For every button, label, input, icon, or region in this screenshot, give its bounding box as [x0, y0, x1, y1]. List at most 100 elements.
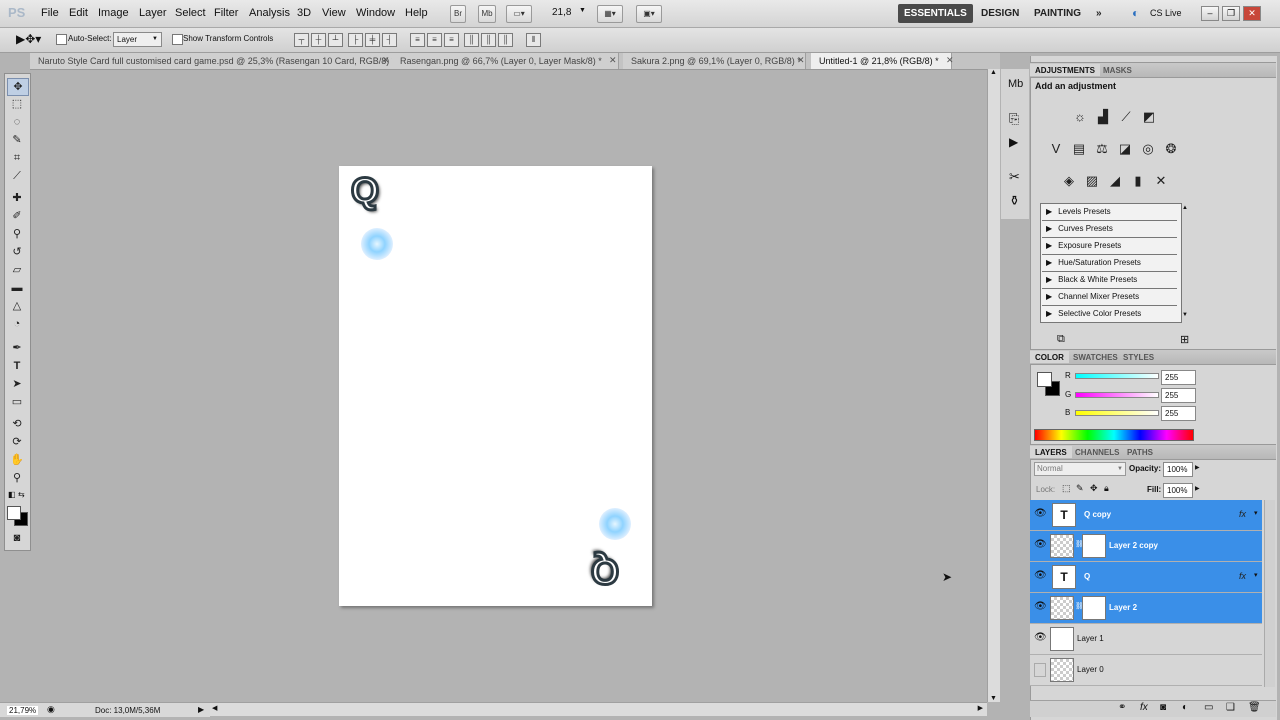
layer-name[interactable]: Layer 2 copy [1109, 541, 1158, 550]
preset-levels[interactable]: ▶ Levels Presets [1042, 204, 1177, 221]
status-zoom[interactable]: 21,79% [7, 706, 39, 715]
color-r-slider[interactable] [1075, 373, 1159, 379]
layer-mask-thumbnail[interactable] [1082, 596, 1106, 620]
tab-styles[interactable]: STYLES [1118, 351, 1159, 363]
actions-icon[interactable]: ▶ [1009, 135, 1018, 149]
eraser-tool-icon[interactable]: ▱ [7, 262, 27, 278]
delete-layer-icon[interactable]: 🗑︎ [1248, 702, 1261, 713]
tab-sakura[interactable]: Sakura 2.png @ 69,1% (Layer 0, RGB/8) * [623, 53, 806, 69]
mini-bridge-icon[interactable]: Mb [1008, 78, 1023, 90]
horizontal-scrollbar[interactable]: ◀ ▶ [210, 702, 987, 716]
color-spectrum-ramp[interactable] [1034, 429, 1194, 441]
minimize-button[interactable]: – [1201, 6, 1219, 21]
align-bottom-icon[interactable]: ┴ [328, 33, 343, 47]
exposure-icon[interactable]: ◩ [1140, 108, 1158, 126]
layer-row-q-copy[interactable]: 👁︎ T Q copy fx ▾ [1030, 500, 1262, 531]
menu-select[interactable]: Select [175, 7, 206, 19]
layer-name[interactable]: Layer 1 [1077, 634, 1104, 643]
clone-source-icon[interactable]: ⚱ [1009, 193, 1020, 209]
tab-layers[interactable]: LAYERS [1030, 446, 1072, 458]
menu-filter[interactable]: Filter [214, 7, 238, 19]
quick-mask-icon[interactable]: ◙ [7, 530, 27, 546]
blur-tool-icon[interactable]: △ [7, 298, 27, 314]
opacity-input[interactable]: 100% [1163, 462, 1193, 477]
fill-input[interactable]: 100% [1163, 483, 1193, 498]
zoom-level-dropdown[interactable]: 21,8 [552, 7, 571, 18]
quick-select-tool-icon[interactable]: ✎ [7, 132, 27, 148]
zoom-tool-icon[interactable]: ⚲ [7, 470, 27, 486]
show-transform-checkbox[interactable] [172, 34, 183, 45]
tab-channels[interactable]: CHANNELS [1070, 446, 1124, 458]
align-top-icon[interactable]: ┬ [294, 33, 309, 47]
crop-tool-icon[interactable]: ⌗ [7, 150, 27, 166]
tab-paths[interactable]: PATHS [1122, 446, 1158, 458]
preset-channel-mixer[interactable]: ▶ Channel Mixer Presets [1042, 289, 1177, 306]
opacity-slider-arrow-icon[interactable]: ▶ [1195, 464, 1200, 471]
foreground-color-swatch[interactable] [7, 506, 21, 520]
menu-layer[interactable]: Layer [139, 7, 167, 19]
layer-name[interactable]: Layer 0 [1077, 665, 1104, 674]
curves-icon[interactable]: ⟋ [1117, 108, 1135, 126]
auto-select-dropdown[interactable]: Layer ▼ [113, 32, 162, 47]
lasso-tool-icon[interactable]: ◌ [7, 114, 27, 130]
tab-rasengan[interactable]: Rasengan.png @ 66,7% (Layer 0, Layer Mas… [392, 53, 619, 69]
tab-close-icon[interactable]: ✕ [797, 55, 805, 66]
3d-orbit-tool-icon[interactable]: ⟳ [7, 434, 27, 450]
color-b-input[interactable]: 255 [1161, 406, 1196, 421]
selective-color-icon[interactable]: ✕ [1152, 172, 1170, 190]
lock-all-icon[interactable]: 🔒︎ [1104, 483, 1109, 494]
clone-stamp-tool-icon[interactable]: ⚲ [7, 226, 27, 242]
arrange-documents-button[interactable]: ▦▾ [597, 5, 623, 23]
history-brush-tool-icon[interactable]: ↺ [7, 244, 27, 260]
hand-tool-icon[interactable]: ✋ [7, 452, 27, 468]
black-white-icon[interactable]: ◪ [1116, 140, 1134, 158]
new-group-icon[interactable]: ▭ [1204, 702, 1213, 713]
align-hcenter-icon[interactable]: ╪ [365, 33, 380, 47]
scroll-right-icon[interactable]: ▶ [978, 704, 983, 712]
menu-3d[interactable]: 3D [297, 7, 311, 19]
menu-analysis[interactable]: Analysis [249, 7, 290, 19]
expand-effects-icon[interactable]: ▾ [1254, 509, 1258, 517]
move-tool-icon[interactable]: ✥ [7, 78, 29, 96]
cs-live-button[interactable]: CS Live [1150, 8, 1182, 18]
pen-tool-icon[interactable]: ✒ [7, 340, 27, 356]
auto-align-icon[interactable]: ⫴ [526, 33, 541, 47]
channel-mixer-icon[interactable]: ❂ [1162, 140, 1180, 158]
layer-name[interactable]: Q [1084, 572, 1090, 581]
layers-scrollbar[interactable] [1264, 500, 1275, 687]
lock-position-icon[interactable]: ✥ [1090, 483, 1098, 494]
3d-rotate-tool-icon[interactable]: ⟲ [7, 416, 27, 432]
add-style-icon[interactable]: fx [1140, 702, 1148, 713]
fx-badge[interactable]: fx [1239, 571, 1246, 581]
dodge-tool-icon[interactable]: ◔ [7, 316, 27, 332]
type-tool-icon[interactable]: T [7, 358, 27, 374]
visibility-eye-icon[interactable]: 👁︎ [1034, 632, 1047, 643]
distribute-hcenter-icon[interactable]: ║ [481, 33, 496, 47]
swap-colors-icon[interactable]: ⇆ [18, 490, 25, 499]
gradient-map-icon[interactable]: ▮ [1129, 172, 1147, 190]
levels-icon[interactable]: ▟ [1094, 108, 1112, 126]
layer-row-layer-0[interactable]: Layer 0 [1030, 655, 1262, 686]
color-b-slider[interactable] [1075, 410, 1159, 416]
fx-badge[interactable]: fx [1239, 509, 1246, 519]
shape-tool-icon[interactable]: ▭ [7, 394, 27, 410]
visibility-eye-icon[interactable]: 👁︎ [1034, 539, 1047, 550]
brush-presets-icon[interactable]: ✂ [1009, 169, 1020, 185]
healing-brush-tool-icon[interactable]: ✚ [7, 190, 27, 206]
layer-row-layer-2-copy[interactable]: 👁︎ ⛓︎ Layer 2 copy [1030, 531, 1262, 562]
align-right-icon[interactable]: ┤ [382, 33, 397, 47]
tab-naruto-card[interactable]: Naruto Style Card full customised card g… [30, 53, 393, 69]
minibridge-button[interactable]: Mb [478, 5, 496, 23]
screen-mode-button[interactable]: ▣▾ [636, 5, 662, 23]
preset-black-white[interactable]: ▶ Black & White Presets [1042, 272, 1177, 289]
new-adjustment-layer-icon[interactable]: ◐ [1182, 702, 1188, 713]
hue-saturation-icon[interactable]: ▤ [1070, 140, 1088, 158]
view-extras-button[interactable]: ▭▾ [506, 5, 532, 23]
tab-adjustments[interactable]: ADJUSTMENTS [1030, 64, 1101, 76]
clip-to-layer-icon[interactable]: ⧉ [1057, 333, 1065, 346]
invert-icon[interactable]: ◈ [1060, 172, 1078, 190]
blend-mode-dropdown[interactable]: Normal ▼ [1034, 462, 1126, 476]
history-icon[interactable]: ⎘ [1009, 111, 1019, 127]
color-r-input[interactable]: 255 [1161, 370, 1196, 385]
close-button[interactable]: ✕ [1243, 6, 1261, 21]
